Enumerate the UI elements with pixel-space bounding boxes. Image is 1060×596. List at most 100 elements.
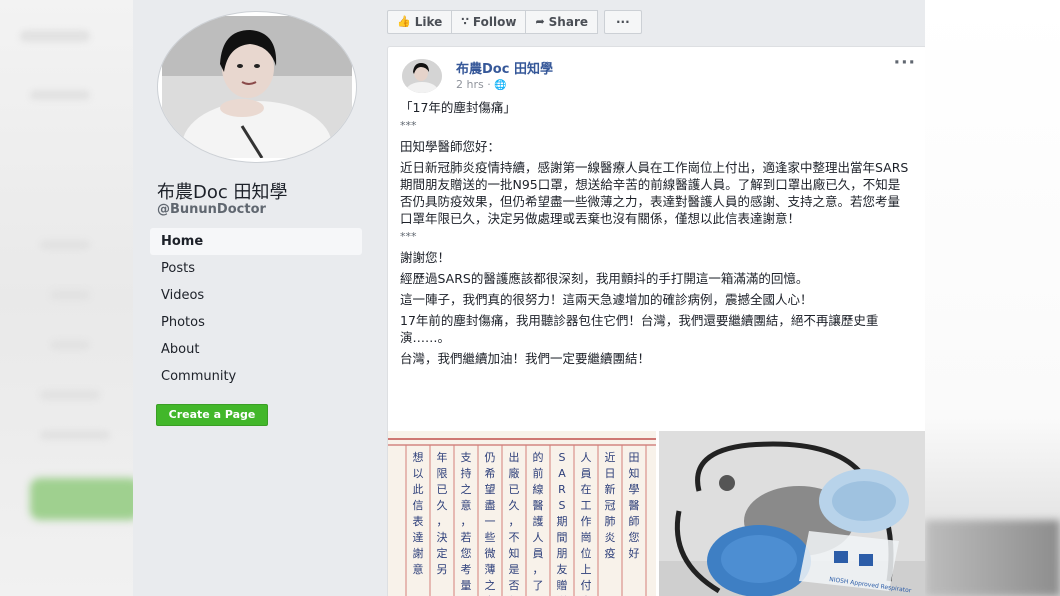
handwritten-char: 您 bbox=[629, 531, 640, 544]
handwritten-char: 不 bbox=[509, 531, 520, 544]
create-page-button[interactable]: Create a Page bbox=[156, 404, 268, 426]
handwritten-char: 想 bbox=[413, 450, 424, 464]
handwritten-char: 廠 bbox=[509, 466, 520, 480]
post-author-avatar-image bbox=[402, 59, 442, 93]
handwritten-char: 微 bbox=[485, 546, 496, 560]
handwritten-char: 謝 bbox=[413, 546, 424, 560]
handwritten-char: 好 bbox=[629, 546, 640, 560]
handwritten-char: 持 bbox=[461, 466, 472, 480]
handwritten-char: ， bbox=[533, 563, 544, 576]
handwritten-char: 是 bbox=[509, 563, 520, 576]
handwritten-char: S bbox=[559, 451, 566, 464]
handwritten-char: 年 bbox=[437, 450, 448, 464]
post-time-text: 2 hrs · bbox=[456, 78, 491, 91]
handwritten-char: 新 bbox=[605, 482, 616, 496]
like-button[interactable]: 👍 Like bbox=[387, 10, 453, 34]
post-author-avatar[interactable] bbox=[402, 59, 442, 93]
page-handle[interactable]: @BununDoctor bbox=[157, 202, 266, 217]
handwritten-char: 作 bbox=[581, 515, 592, 528]
globe-icon: 🌐 bbox=[494, 80, 507, 91]
handwritten-char: 之 bbox=[461, 482, 472, 496]
post-timestamp[interactable]: 2 hrs · 🌐 bbox=[456, 78, 507, 91]
page-action-bar: 👍 Like ∵ Follow ➦ Share ··· bbox=[387, 10, 642, 34]
handwritten-char: 些 bbox=[485, 530, 496, 544]
handwritten-char: 人 bbox=[533, 531, 544, 544]
post-paragraph-5: 台灣，我們繼續加油！我們一定要繼續團結！ bbox=[400, 351, 651, 366]
handwritten-char: ， bbox=[461, 515, 472, 528]
share-label: Share bbox=[548, 15, 588, 29]
handwritten-char: 若 bbox=[461, 531, 472, 544]
handwritten-char: 達 bbox=[413, 531, 424, 544]
handwritten-char: ， bbox=[437, 515, 448, 528]
post-title: 「17年的塵封傷痛」 bbox=[400, 100, 516, 115]
handwritten-char: 久 bbox=[437, 499, 448, 512]
handwritten-char: 田 bbox=[629, 451, 640, 464]
handwritten-char: 線 bbox=[533, 482, 544, 496]
handwritten-char: 上 bbox=[581, 563, 592, 576]
handwritten-char: 員 bbox=[533, 547, 544, 560]
handwritten-char: A bbox=[558, 467, 566, 480]
handwritten-char: 考 bbox=[461, 563, 472, 576]
handwritten-char: 友 bbox=[557, 562, 568, 576]
rss-icon: ∵ bbox=[461, 15, 469, 28]
handwritten-char: 您 bbox=[461, 547, 472, 560]
nav-item-home[interactable]: Home bbox=[150, 228, 362, 255]
handwritten-char: 表 bbox=[413, 514, 424, 528]
letter-body: 近日新冠肺炎疫情持續，感謝第一線醫療人員在工作崗位上付出，適逢家中整理出當年SA… bbox=[400, 160, 909, 226]
letter-greeting: 田知學醫師您好： bbox=[400, 139, 501, 154]
handwritten-char: 位 bbox=[581, 546, 592, 560]
handwritten-char: 近 bbox=[605, 451, 616, 464]
handwritten-char: 久 bbox=[509, 499, 520, 512]
handwritten-char: 之 bbox=[485, 578, 496, 592]
photo-masks-stethoscope[interactable]: NIOSH Approved Respirator bbox=[659, 431, 925, 596]
masks-stethoscope-image: NIOSH Approved Respirator bbox=[659, 431, 925, 596]
nav-item-posts[interactable]: Posts bbox=[150, 255, 362, 282]
handwritten-char: 工 bbox=[581, 499, 592, 512]
share-button[interactable]: ➦ Share bbox=[526, 10, 598, 34]
nav-item-community[interactable]: Community bbox=[150, 363, 362, 390]
handwritten-char: 已 bbox=[509, 483, 520, 496]
handwritten-char: 日 bbox=[605, 467, 616, 480]
nav-item-photos[interactable]: Photos bbox=[150, 309, 362, 336]
follow-label: Follow bbox=[472, 15, 517, 29]
share-arrow-icon: ➦ bbox=[535, 15, 545, 28]
handwritten-char: 出 bbox=[509, 450, 520, 464]
post-author-name[interactable]: 布農Doc 田知學 bbox=[456, 58, 553, 77]
handwritten-char: 盡 bbox=[485, 498, 496, 512]
handwritten-char: 學 bbox=[629, 483, 640, 496]
handwritten-char: 朋 bbox=[557, 547, 568, 560]
nav-item-about[interactable]: About bbox=[150, 336, 362, 363]
handwritten-char: S bbox=[559, 499, 566, 512]
handwritten-char: 炎 bbox=[605, 531, 616, 544]
handwritten-char: 了 bbox=[533, 579, 544, 592]
facebook-page: 布農Doc 田知學 @BununDoctor Home Posts Videos… bbox=[133, 0, 925, 596]
nav-item-videos[interactable]: Videos bbox=[150, 282, 362, 309]
profile-picture[interactable] bbox=[158, 12, 356, 162]
post-paragraph-1: 謝謝您！ bbox=[400, 250, 451, 265]
page-nav: Home Posts Videos Photos About Community bbox=[150, 228, 362, 390]
handwritten-char: 師 bbox=[629, 515, 640, 528]
handwritten-char: 人 bbox=[581, 451, 592, 464]
handwritten-char: 意 bbox=[413, 562, 424, 576]
more-actions-button[interactable]: ··· bbox=[604, 10, 642, 34]
handwritten-char: 量 bbox=[461, 579, 472, 592]
handwritten-char: 望 bbox=[485, 483, 496, 496]
handwritten-char: 期 bbox=[557, 515, 568, 528]
follow-button[interactable]: ∵ Follow bbox=[452, 10, 527, 34]
handwritten-char: 冠 bbox=[605, 499, 616, 512]
handwritten-char: 員 bbox=[581, 467, 592, 480]
handwritten-char: 支 bbox=[461, 451, 472, 464]
background-left bbox=[0, 0, 140, 596]
handwritten-char: 贈 bbox=[557, 578, 568, 592]
post-text: 「17年的塵封傷痛」 *** 田知學醫師您好： 近日新冠肺炎疫情持續，感謝第一線… bbox=[400, 99, 912, 371]
handwritten-char: 仍 bbox=[485, 451, 496, 464]
handwritten-char: 限 bbox=[437, 467, 448, 480]
post-paragraph-4: 17年前的塵封傷痛，我用聽診器包住它們！台灣，我們還要繼續團結，絕不再讓歷史重演… bbox=[400, 313, 879, 345]
post-options-button[interactable]: ··· bbox=[894, 53, 916, 73]
photo-handwritten-letter[interactable]: 田知學醫師您好近日新冠肺炎疫人員在工作崗位上付出SARS期間朋友贈送的前線醫護人… bbox=[388, 431, 659, 596]
handwritten-char: 否 bbox=[509, 579, 520, 592]
page-name[interactable]: 布農Doc 田知學 bbox=[157, 178, 288, 204]
handwritten-char: 知 bbox=[629, 466, 640, 480]
handwritten-char: 以 bbox=[413, 467, 424, 480]
handwritten-char: 已 bbox=[437, 483, 448, 496]
